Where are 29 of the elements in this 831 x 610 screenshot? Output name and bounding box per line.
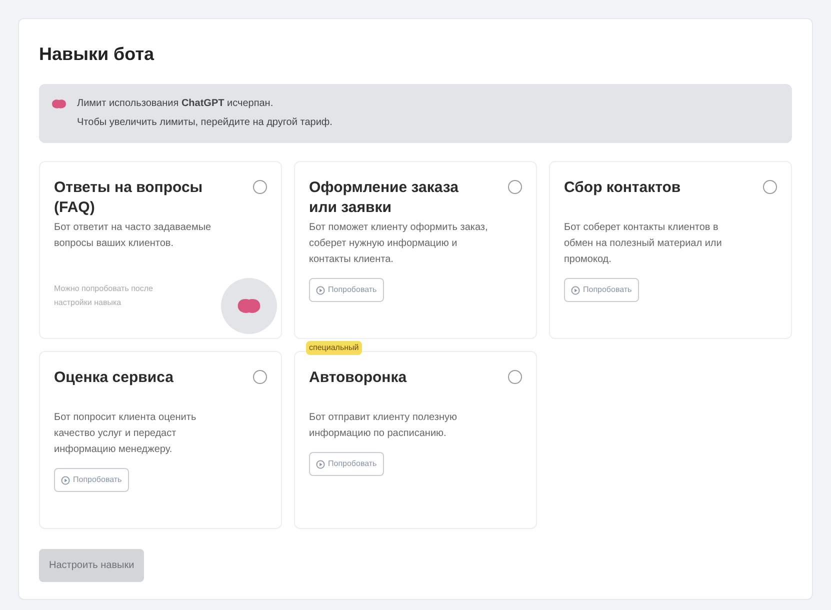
skill-title: Сбор контактов [564, 178, 682, 198]
skill-card[interactable]: Автоворонка Бот отправит клиенту полезную информацию по расписанию. Попробовать [294, 351, 537, 529]
skill-title: Оценка сервиса [54, 368, 174, 388]
skill-note: Можно попробовать после настройки навыка [54, 283, 154, 309]
skill-title: Ответы на вопросы (FAQ) [54, 178, 204, 218]
play-icon [571, 286, 580, 294]
skill-title: Автоворонка [309, 368, 408, 388]
radio-button[interactable] [253, 370, 267, 384]
skill-description: Бот соберет контакты клиентов в обмен на полезный материал или промокод. [564, 221, 723, 267]
alert-text: Чтобы увеличить лимиты, перейдите на другой тариф. [77, 116, 332, 130]
radio-button[interactable] [763, 180, 777, 194]
skill-description: Бот отправит клиенту полезную информацию по расписанию. [309, 411, 458, 441]
radio-button[interactable] [508, 180, 522, 194]
skill-card[interactable]: Оформление заказа или заявки Бот поможет клиенту оформить заказ, соберет нужную информацию и контакты клиента. Попробовать [294, 161, 537, 339]
skill-card[interactable]: Ответы на вопросы (FAQ) Бот ответит на часто задаваемые вопросы ваших клиентов. Можно попробовать после настройки навыка [39, 161, 282, 339]
page-title: Навыки бота [39, 43, 156, 66]
alert-text: Лимит использования ChatGPT исчерпан. [77, 97, 274, 111]
play-icon [316, 286, 325, 294]
skill-description: Бот ответит на часто задаваемые вопросы ваших клиентов. [54, 221, 212, 251]
radio-button[interactable] [508, 370, 522, 384]
skill-title: Оформление заказа или заявки [309, 178, 460, 218]
play-icon [316, 460, 325, 468]
play-icon [61, 476, 70, 484]
skill-description: Бот попросит клиента оценить качество услуг и передаст информацию менеджеру. [54, 411, 198, 457]
radio-button[interactable] [253, 180, 267, 194]
special-badge: специальный [306, 341, 362, 355]
skill-card[interactable]: Оценка сервиса Бот попросит клиента оценить качество услуг и передаст информацию менеджеру. Попробовать [39, 351, 282, 529]
skill-card[interactable]: Сбор контактов Бот соберет контакты клиентов в обмен на полезный материал или промокод. Попробовать [549, 161, 792, 339]
skill-description: Бот поможет клиенту оформить заказ, соберет нужную информацию и контакты клиента. [309, 221, 489, 267]
